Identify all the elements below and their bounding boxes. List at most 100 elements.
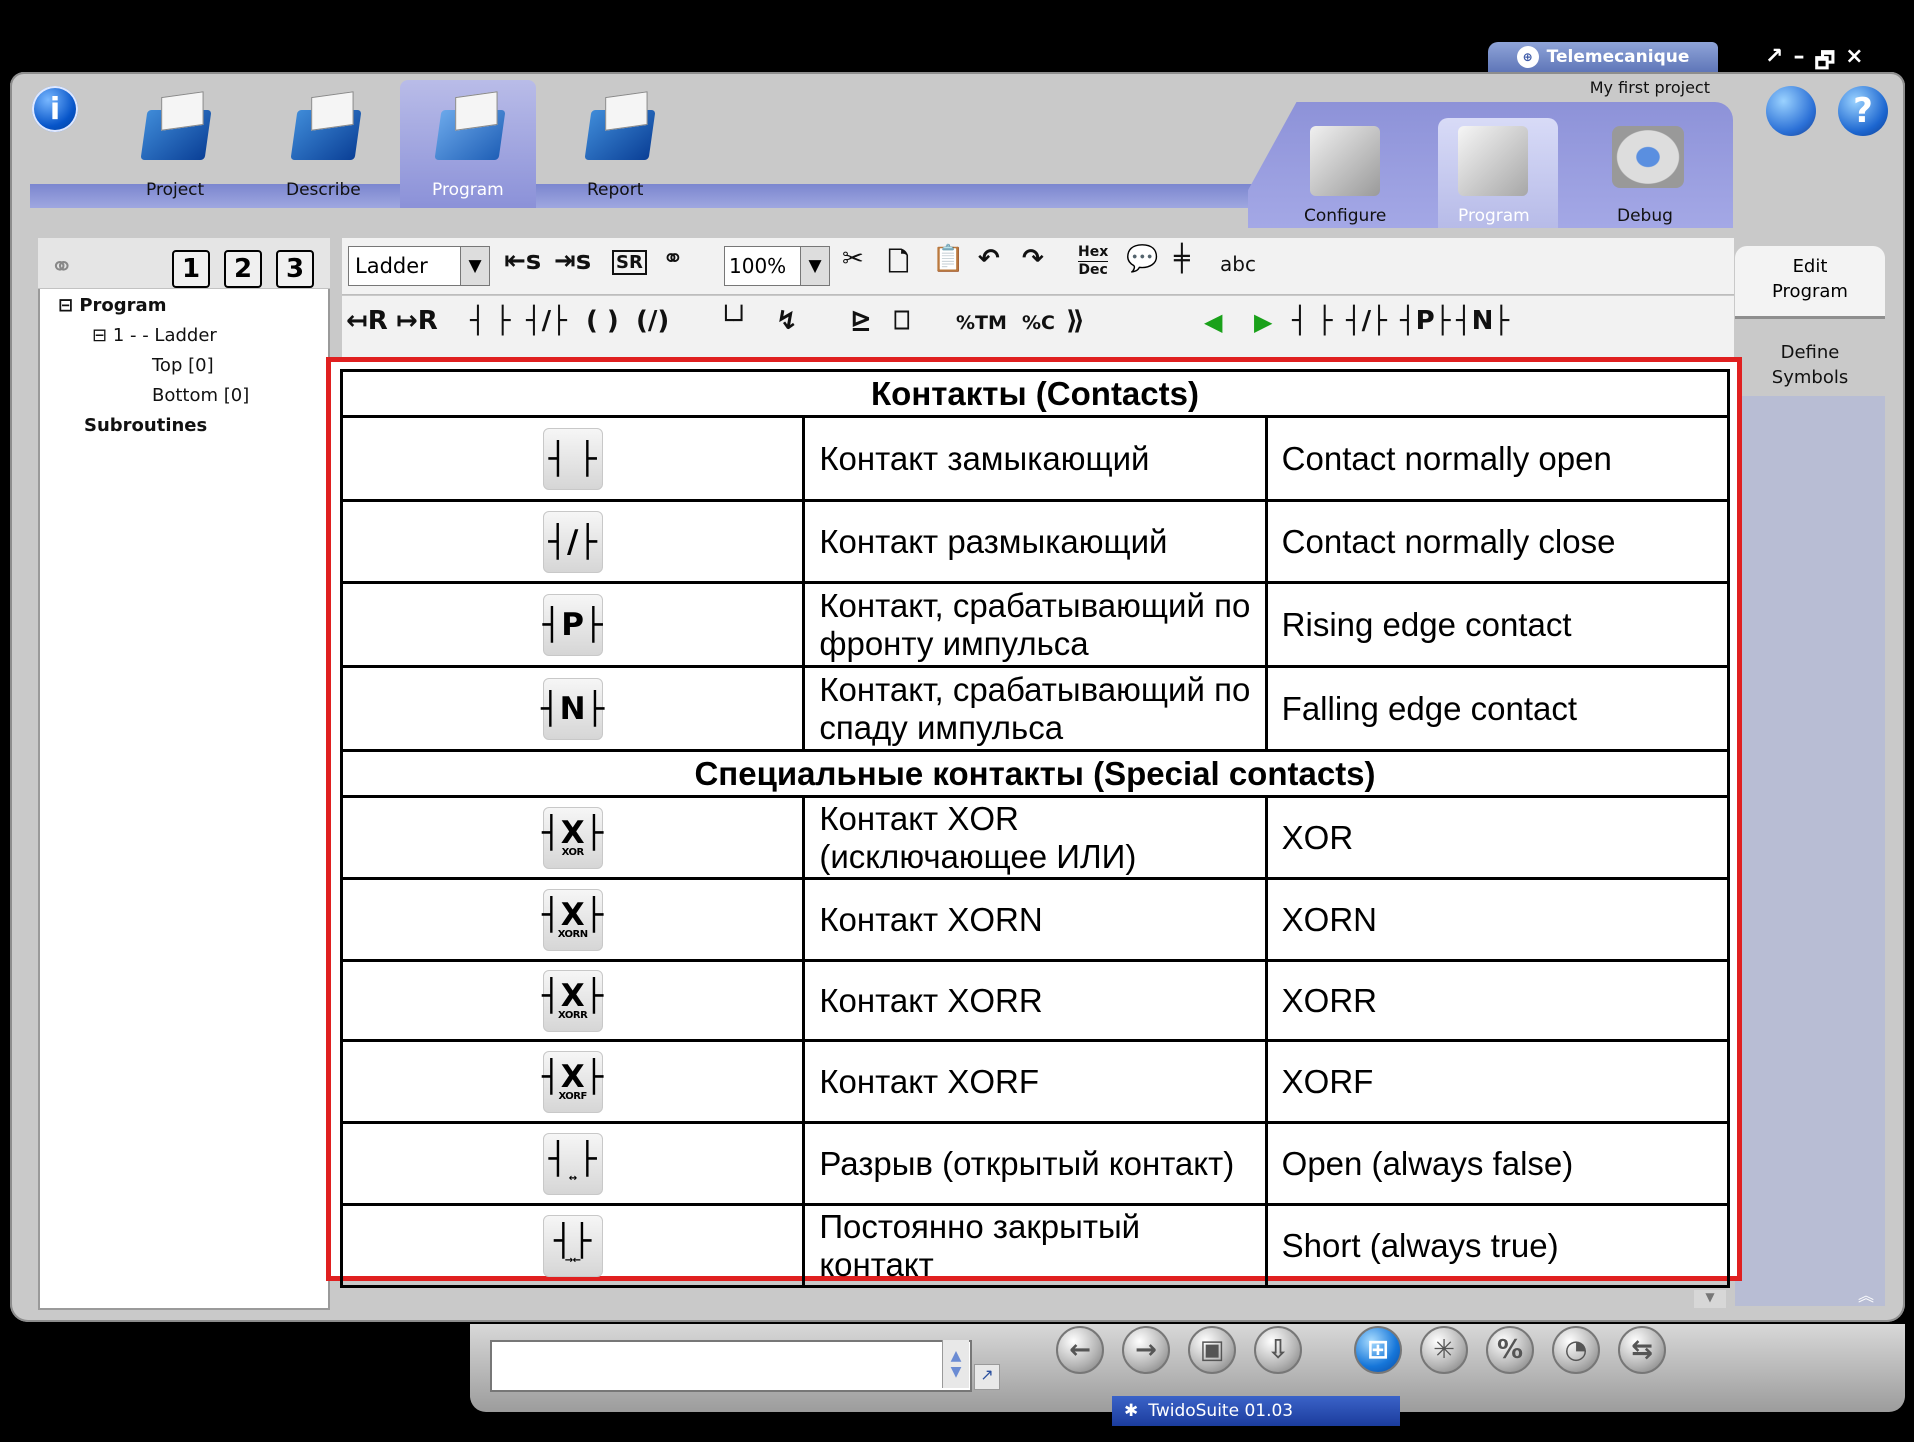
project-folder-icon[interactable] [136, 88, 212, 168]
restore-arrow-icon[interactable]: ↗ [1765, 44, 1783, 72]
inverse-coil-tool-icon[interactable]: (/) [636, 306, 669, 336]
branch-tool-icon[interactable]: └┘ [718, 306, 749, 336]
link-icon[interactable]: ⚭ [50, 250, 73, 283]
nc-contact-tool-icon[interactable]: ┤/├ [526, 306, 567, 336]
zoom-dropdown[interactable]: 100% ▼ [724, 246, 830, 286]
maximize-icon[interactable]: 🗗 [1814, 44, 1835, 74]
info-icon[interactable]: i [32, 86, 78, 132]
animation-icon[interactable]: ◔ [1552, 1326, 1600, 1374]
mode-debug[interactable]: Debug [1617, 206, 1673, 226]
palette-rising-edge-icon[interactable]: ┤P├ [1400, 306, 1450, 336]
tab-describe[interactable]: Describe [286, 180, 361, 200]
redo-icon[interactable]: ↷ [1022, 244, 1044, 274]
open-contact-icon: ┤ ├ ↔ [542, 1132, 603, 1195]
configure-icon[interactable] [1310, 126, 1380, 196]
row-ru-text: Контакт XOR (исключающее ИЛИ) [802, 795, 1268, 880]
link-tool-icon[interactable]: ⚭ [662, 244, 684, 274]
more-blocks-icon[interactable]: ⟫ [1066, 306, 1085, 336]
brand-label: Telemecanique [1546, 47, 1690, 67]
no-contact-tool-icon[interactable]: ┤ ├ [470, 306, 510, 336]
transfer-icon[interactable]: ⇆ [1618, 1326, 1666, 1374]
tab-report[interactable]: Report [587, 180, 643, 200]
tree-top[interactable]: Top [0] [152, 355, 214, 376]
cut-icon[interactable]: ✂ [842, 244, 864, 274]
close-icon[interactable]: × [1845, 44, 1863, 72]
insert-step-s-icon[interactable]: ⇥s [554, 246, 591, 276]
sr-icon[interactable]: SR [612, 250, 647, 275]
minimize-icon[interactable]: – [1793, 44, 1804, 72]
define-symbols-label: Define Symbols [1771, 342, 1849, 388]
insert-rung-after-icon[interactable]: ↦R [396, 306, 438, 336]
define-symbols-tab[interactable]: Define Symbols [1735, 340, 1885, 400]
paste-icon[interactable]: 📋 [932, 244, 964, 274]
row-ru-text: Контакт, срабатывающий по фронту импульс… [802, 581, 1268, 668]
status-input[interactable] [490, 1340, 972, 1392]
insert-step-icon[interactable]: ⇤s [504, 246, 541, 276]
scroll-down-icon[interactable]: ▼ [1694, 1290, 1726, 1308]
memory-icon[interactable]: % [1486, 1326, 1534, 1374]
coil-tool-icon[interactable]: ( ) [586, 306, 619, 336]
network-icon[interactable] [1766, 86, 1816, 136]
scroll-left-icon[interactable]: ◀ [1204, 308, 1222, 336]
chevron-down-icon: ▼ [460, 247, 489, 285]
palette-nc-contact-icon[interactable]: ┤/├ [1346, 306, 1387, 336]
row-en-text: XORF [1264, 1039, 1731, 1124]
undo-icon[interactable]: ↶ [978, 244, 1000, 274]
counter-block-icon[interactable]: %C [1022, 312, 1055, 334]
tree-subroutines[interactable]: Subroutines [84, 415, 207, 436]
table-row: ┤ ├ Контакт замыкающий Contact normally … [339, 415, 1731, 502]
comment-icon[interactable]: 💬 [1126, 244, 1158, 274]
timer-block-icon[interactable]: %TM [956, 312, 1007, 334]
palette-falling-edge-icon[interactable]: ┤N├ [1456, 306, 1509, 336]
program-folder-icon[interactable] [430, 88, 506, 168]
comment-contact-icon[interactable]: ╪ [1174, 244, 1190, 274]
insert-rung-before-icon[interactable]: ↤R [346, 306, 388, 336]
status-spinner-icon[interactable]: ▲ ▼ [942, 1340, 969, 1388]
scroll-right-icon[interactable]: ▶ [1254, 308, 1272, 336]
program-mode-icon[interactable] [1458, 126, 1528, 196]
view-1-button[interactable]: 1 [172, 250, 210, 288]
language-dropdown[interactable]: Ladder ▼ [348, 246, 490, 286]
view-2-button[interactable]: 2 [224, 250, 262, 288]
delete-branch-tool-icon[interactable]: ↯ [776, 306, 798, 336]
xorf-symbol: ┤X├ [542, 1058, 604, 1095]
palette-no-contact-icon[interactable]: ┤ ├ [1292, 306, 1332, 336]
row-ru-text: Контакт XORN [802, 877, 1268, 962]
save-icon[interactable]: ▣ [1188, 1326, 1236, 1374]
tab-project[interactable]: Project [146, 180, 204, 200]
table-row: ┤X├ XORN Контакт XORN XORN [339, 877, 1731, 962]
xorn-contact-icon: ┤X├ XORN [542, 888, 604, 951]
tab-program[interactable]: Program [432, 180, 504, 200]
version-label: TwidoSuite 01.03 [1148, 1401, 1294, 1421]
debug-icon[interactable] [1612, 126, 1684, 188]
edit-program-tab[interactable]: Edit Program [1735, 246, 1885, 316]
program-tree-icon[interactable]: ⊞ [1354, 1326, 1402, 1374]
forward-icon[interactable]: → [1122, 1326, 1170, 1374]
nc-contact-icon: ┤/├ [542, 510, 603, 573]
help-icon[interactable]: ? [1838, 86, 1888, 136]
operation-block-icon[interactable]: ⎕ [894, 306, 910, 337]
tree-program[interactable]: ⊟ Program [58, 295, 166, 316]
mode-configure[interactable]: Configure [1304, 206, 1386, 226]
describe-folder-icon[interactable] [286, 88, 362, 168]
report-folder-icon[interactable] [580, 88, 656, 168]
compare-block-icon[interactable]: ⊵ [850, 306, 872, 336]
row-en-text: Short (always true) [1264, 1203, 1731, 1288]
view-3-button[interactable]: 3 [276, 250, 314, 288]
expand-up-icon[interactable]: ︽ [1858, 1282, 1882, 1305]
hex-dec-icon[interactable]: Hex Dec [1078, 244, 1109, 279]
cross-reference-icon[interactable]: ✳ [1420, 1326, 1468, 1374]
expand-log-icon[interactable]: ↗ [974, 1364, 1000, 1390]
comment-abc-icon[interactable]: abc [1220, 252, 1256, 276]
tree-bottom[interactable]: Bottom [0] [152, 385, 249, 406]
right-side-panel [1735, 396, 1885, 1306]
export-icon[interactable]: ⇩ [1254, 1326, 1302, 1374]
table-row: ┤/├ Контакт размыкающий Contact normally… [339, 499, 1731, 584]
row-ru-text: Контакт XORF [802, 1039, 1268, 1124]
tree-ladder[interactable]: ⊟ 1 - - Ladder [92, 325, 217, 346]
program-tree-toolbar: ⚭ 1 2 3 [38, 238, 330, 289]
back-icon[interactable]: ← [1056, 1326, 1104, 1374]
mode-program[interactable]: Program [1458, 206, 1530, 226]
copy-icon[interactable]: 🗋 [888, 244, 909, 288]
xorn-symbol: ┤X├ [542, 896, 604, 933]
